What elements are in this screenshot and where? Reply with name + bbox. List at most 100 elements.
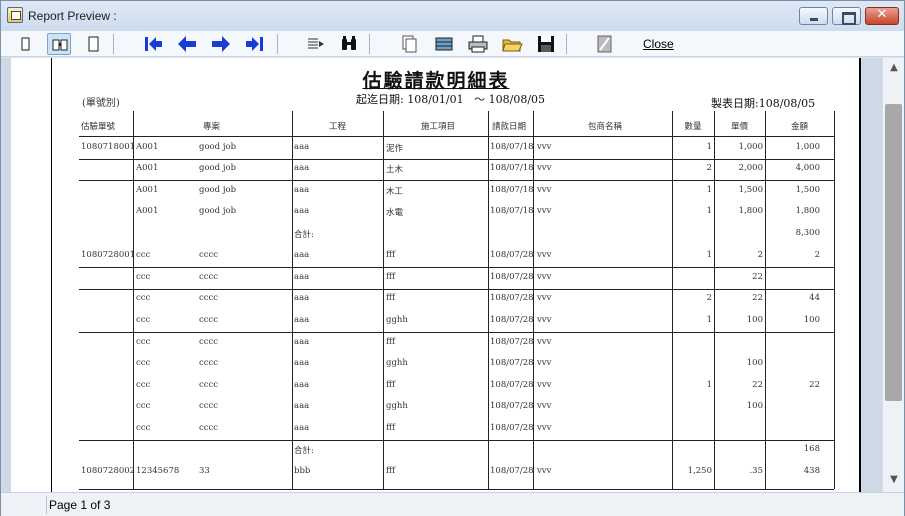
save-icon[interactable] [534,33,558,55]
single-page-icon[interactable] [13,33,37,55]
table-cell: 1080728001 [81,250,136,260]
table-cell: bbb [294,466,311,476]
table-cell: aaa [294,272,310,282]
table-cell: vvv [537,315,552,325]
vertical-scrollbar[interactable]: ▲ ▼ [882,58,904,492]
report-date-range: 起迄日期: 108/01/01 ～ 108/08/05 [356,91,545,107]
table-cell: 合計: [294,446,314,456]
date-separator: ～ [474,93,486,106]
table-cell: fff [386,250,396,260]
table-cell: 108/07/18 [490,163,534,173]
table-cell: A001 [136,163,159,173]
table-cell: ccc [136,293,151,303]
table-cell: 1,800 [738,206,763,216]
copy-icon[interactable] [397,33,421,55]
table-cell: cccc [199,423,219,433]
table-cell: A001 [136,206,159,216]
table-cell: 108/07/28 [490,401,534,411]
export-icon[interactable] [432,33,456,55]
table-column-line [765,111,766,489]
table-cell: aaa [294,380,310,390]
table-cell: 22 [752,272,763,282]
open-icon[interactable] [500,33,524,55]
table-cell: 22 [809,380,820,390]
table-cell: 108/07/28 [490,466,534,476]
table-cell: 1,500 [738,185,763,195]
table-row-line [79,267,834,268]
table-cell: good job [199,185,237,195]
table-header-cell: 估驗單號 [81,122,116,132]
table-cell: aaa [294,250,310,260]
table-cell: vvv [537,380,552,390]
last-page-icon[interactable] [243,33,267,55]
table-cell: 2 [814,250,820,260]
table-cell: aaa [294,358,310,368]
find-icon[interactable] [337,33,361,55]
scroll-thumb[interactable] [885,104,902,401]
table-column-line [383,111,384,489]
table-cell: vvv [537,163,552,173]
goto-page-icon[interactable] [303,33,327,55]
table-cell: ccc [136,315,151,325]
scroll-down-icon[interactable]: ▼ [886,472,902,488]
prev-page-icon[interactable] [175,33,199,55]
table-cell: 108/07/28 [490,293,534,303]
table-cell: good job [199,206,237,216]
table-cell: cccc [199,315,219,325]
table-cell: vvv [537,358,552,368]
table-header-cell: 金額 [790,122,808,132]
table-cell: cccc [199,293,219,303]
table-header-cell: 單價 [730,122,748,132]
date-from: 108/01/01 [407,93,464,106]
table-cell: A001 [136,185,159,195]
close-window-button[interactable]: ✕ [865,7,899,25]
table-cell: 4,000 [795,163,820,173]
table-header-cell: 施工項目 [420,122,455,132]
status-bar: Page 1 of 3 [1,492,904,516]
next-page-icon[interactable] [209,33,233,55]
table-column-line [133,111,134,489]
page-setup-icon[interactable] [593,33,617,55]
table-cell: vvv [537,185,552,195]
facing-pages-icon[interactable] [47,33,71,55]
table-cell: good job [199,142,237,152]
table-cell: 8,300 [795,228,820,238]
table-cell: cccc [199,358,219,368]
table-cell: ccc [136,337,151,347]
date-range-label: 起迄日期: [356,93,404,106]
table-cell: cccc [199,380,219,390]
table-cell: vvv [537,423,552,433]
table-cell: ccc [136,250,151,260]
close-button[interactable]: Close [643,37,674,51]
table-cell: 108/07/28 [490,250,534,260]
table-cell: 108/07/28 [490,315,534,325]
table-cell: gghh [386,315,408,325]
table-cell: cccc [199,250,219,260]
table-cell: cccc [199,401,219,411]
table-cell: 22 [752,293,763,303]
fit-page-icon[interactable] [81,33,105,55]
table-cell: 108/07/18 [490,206,534,216]
print-icon[interactable] [466,33,490,55]
table-cell: 100 [803,315,820,325]
minimize-button[interactable] [799,7,828,25]
table-cell: vvv [537,401,552,411]
table-cell: gghh [386,401,408,411]
maximize-button[interactable] [832,7,861,25]
table-cell: 2 [757,250,763,260]
table-cell: 合計: [294,230,314,240]
table-cell: ccc [136,358,151,368]
scroll-up-icon[interactable]: ▲ [886,60,902,76]
table-cell: 1,000 [738,142,763,152]
table-cell: vvv [537,466,552,476]
table-header-cell: 包商名稱 [587,122,622,132]
table-row-line [79,159,834,160]
first-page-icon[interactable] [141,33,165,55]
table-cell: A001 [136,142,159,152]
table-cell: good job [199,163,237,173]
title-bar: Report Preview : ✕ [1,1,904,31]
table-cell: gghh [386,358,408,368]
table-cell: 100 [746,315,763,325]
table-cell: 100 [746,358,763,368]
page-margin-line [51,58,52,492]
